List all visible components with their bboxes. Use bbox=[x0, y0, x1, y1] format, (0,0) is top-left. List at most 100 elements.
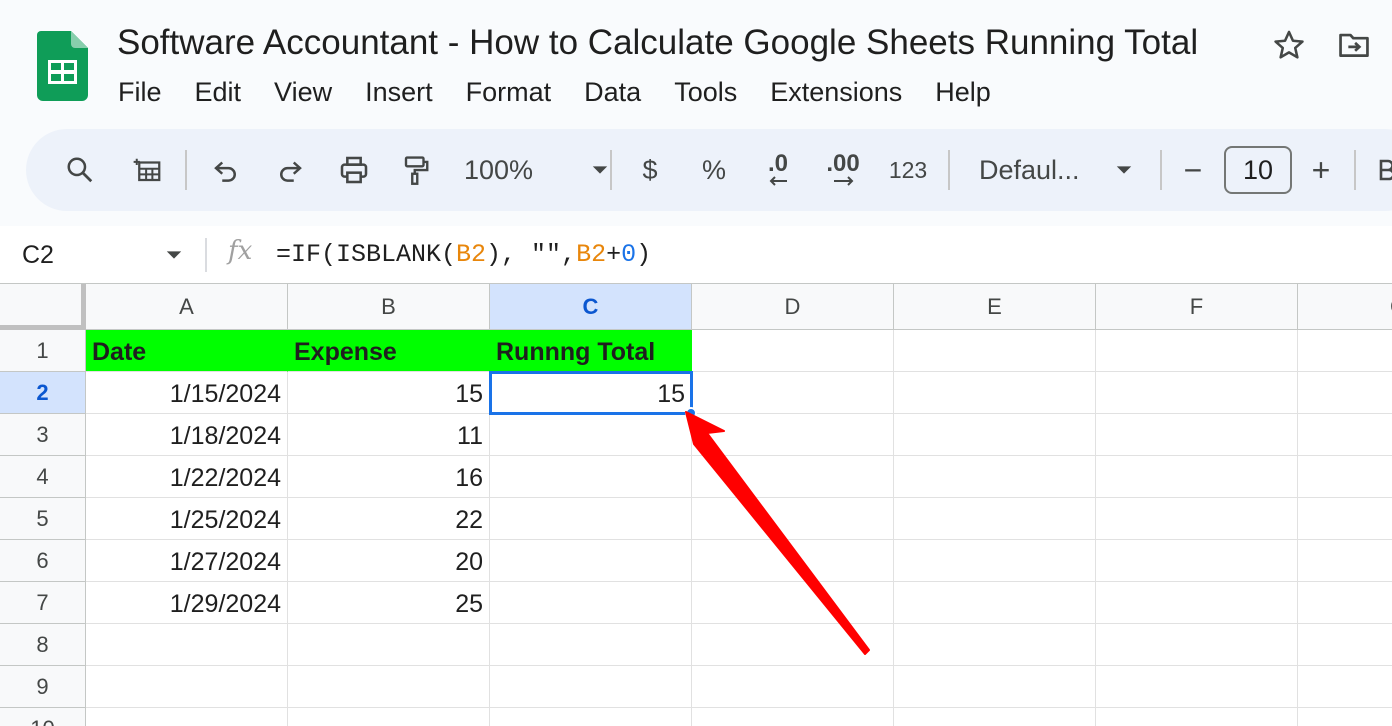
font-family-select[interactable]: Defaul... bbox=[979, 129, 1133, 211]
cell-g3[interactable] bbox=[1298, 414, 1392, 456]
increase-decimal-button[interactable]: .00 bbox=[820, 129, 866, 211]
cell-b1[interactable]: Expense bbox=[288, 330, 490, 372]
column-header-c[interactable]: C bbox=[490, 284, 692, 330]
cell-c5[interactable] bbox=[490, 498, 692, 540]
cell-a8[interactable] bbox=[86, 624, 288, 666]
cell-f1[interactable] bbox=[1096, 330, 1298, 372]
font-size-input[interactable]: 10 bbox=[1224, 146, 1292, 194]
column-header-e[interactable]: E bbox=[894, 284, 1096, 330]
cell-e9[interactable] bbox=[894, 666, 1096, 708]
cell-a3[interactable]: 1/18/2024 bbox=[86, 414, 288, 456]
cell-g1[interactable] bbox=[1298, 330, 1392, 372]
cell-c1[interactable]: Runnng Total bbox=[490, 330, 692, 372]
fill-handle[interactable] bbox=[685, 407, 697, 419]
cell-b3[interactable]: 11 bbox=[288, 414, 490, 456]
new-table-button[interactable] bbox=[130, 129, 166, 211]
cell-a9[interactable] bbox=[86, 666, 288, 708]
redo-button[interactable] bbox=[272, 129, 308, 211]
column-header-a[interactable]: A bbox=[86, 284, 288, 330]
cell-e6[interactable] bbox=[894, 540, 1096, 582]
cell-f6[interactable] bbox=[1096, 540, 1298, 582]
row-header-8[interactable]: 8 bbox=[0, 624, 86, 666]
column-header-g[interactable]: G bbox=[1298, 284, 1392, 330]
row-header-5[interactable]: 5 bbox=[0, 498, 86, 540]
select-all-corner[interactable] bbox=[0, 284, 86, 330]
formula-input[interactable]: =IF(ISBLANK(B2), "",B2+0) bbox=[276, 236, 651, 274]
cell-a7[interactable]: 1/29/2024 bbox=[86, 582, 288, 624]
cell-f4[interactable] bbox=[1096, 456, 1298, 498]
cell-b5[interactable]: 22 bbox=[288, 498, 490, 540]
increase-font-size-button[interactable]: + bbox=[1304, 129, 1338, 211]
cell-f2[interactable] bbox=[1096, 372, 1298, 414]
cell-d5[interactable] bbox=[692, 498, 894, 540]
name-box[interactable]: C2 bbox=[22, 236, 54, 274]
paint-format-button[interactable] bbox=[398, 129, 434, 211]
undo-button[interactable] bbox=[208, 129, 244, 211]
cell-f10[interactable] bbox=[1096, 708, 1298, 726]
cell-a5[interactable]: 1/25/2024 bbox=[86, 498, 288, 540]
cell-g9[interactable] bbox=[1298, 666, 1392, 708]
cell-d9[interactable] bbox=[692, 666, 894, 708]
cell-d7[interactable] bbox=[692, 582, 894, 624]
cell-e2[interactable] bbox=[894, 372, 1096, 414]
cell-g7[interactable] bbox=[1298, 582, 1392, 624]
cell-f7[interactable] bbox=[1096, 582, 1298, 624]
column-header-b[interactable]: B bbox=[288, 284, 490, 330]
document-title[interactable]: Software Accountant - How to Calculate G… bbox=[117, 22, 1198, 64]
cell-a4[interactable]: 1/22/2024 bbox=[86, 456, 288, 498]
more-formats-button[interactable]: 123 bbox=[886, 129, 930, 211]
row-header-3[interactable]: 3 bbox=[0, 414, 86, 456]
zoom-select[interactable]: 100% bbox=[464, 129, 609, 211]
cell-c6[interactable] bbox=[490, 540, 692, 582]
cell-g2[interactable] bbox=[1298, 372, 1392, 414]
chevron-down-icon[interactable] bbox=[165, 246, 183, 264]
cell-f3[interactable] bbox=[1096, 414, 1298, 456]
format-currency-button[interactable]: $ bbox=[632, 129, 668, 211]
cell-b6[interactable]: 20 bbox=[288, 540, 490, 582]
cell-e8[interactable] bbox=[894, 624, 1096, 666]
cell-c3[interactable] bbox=[490, 414, 692, 456]
cell-e4[interactable] bbox=[894, 456, 1096, 498]
cell-c8[interactable] bbox=[490, 624, 692, 666]
cell-g5[interactable] bbox=[1298, 498, 1392, 540]
cell-a2[interactable]: 1/15/2024 bbox=[86, 372, 288, 414]
cell-c4[interactable] bbox=[490, 456, 692, 498]
search-menus-button[interactable] bbox=[62, 129, 98, 211]
cell-a6[interactable]: 1/27/2024 bbox=[86, 540, 288, 582]
cell-b7[interactable]: 25 bbox=[288, 582, 490, 624]
cell-b10[interactable] bbox=[288, 708, 490, 726]
cell-e3[interactable] bbox=[894, 414, 1096, 456]
cell-d10[interactable] bbox=[692, 708, 894, 726]
row-header-2[interactable]: 2 bbox=[0, 372, 86, 414]
menu-data[interactable]: Data bbox=[584, 74, 641, 110]
cell-a10[interactable] bbox=[86, 708, 288, 726]
cell-c10[interactable] bbox=[490, 708, 692, 726]
row-header-4[interactable]: 4 bbox=[0, 456, 86, 498]
bold-button[interactable] bbox=[1376, 129, 1392, 211]
cell-f8[interactable] bbox=[1096, 624, 1298, 666]
cell-d3[interactable] bbox=[692, 414, 894, 456]
column-header-f[interactable]: F bbox=[1096, 284, 1298, 330]
menu-extensions[interactable]: Extensions bbox=[770, 74, 902, 110]
menu-help[interactable]: Help bbox=[935, 74, 991, 110]
cell-f9[interactable] bbox=[1096, 666, 1298, 708]
menu-view[interactable]: View bbox=[274, 74, 332, 110]
cell-d4[interactable] bbox=[692, 456, 894, 498]
cell-f5[interactable] bbox=[1096, 498, 1298, 540]
cell-b8[interactable] bbox=[288, 624, 490, 666]
cell-d1[interactable] bbox=[692, 330, 894, 372]
cell-a1[interactable]: Date bbox=[86, 330, 288, 372]
cell-e5[interactable] bbox=[894, 498, 1096, 540]
menu-tools[interactable]: Tools bbox=[674, 74, 737, 110]
row-header-9[interactable]: 9 bbox=[0, 666, 86, 708]
column-header-d[interactable]: D bbox=[692, 284, 894, 330]
decrease-font-size-button[interactable]: − bbox=[1176, 129, 1210, 211]
row-header-7[interactable]: 7 bbox=[0, 582, 86, 624]
menu-format[interactable]: Format bbox=[466, 74, 552, 110]
cell-b9[interactable] bbox=[288, 666, 490, 708]
decrease-decimal-button[interactable]: .0 bbox=[758, 129, 798, 211]
star-icon[interactable] bbox=[1272, 28, 1306, 62]
move-to-folder-icon[interactable] bbox=[1336, 28, 1372, 62]
cell-d2[interactable] bbox=[692, 372, 894, 414]
cell-e1[interactable] bbox=[894, 330, 1096, 372]
